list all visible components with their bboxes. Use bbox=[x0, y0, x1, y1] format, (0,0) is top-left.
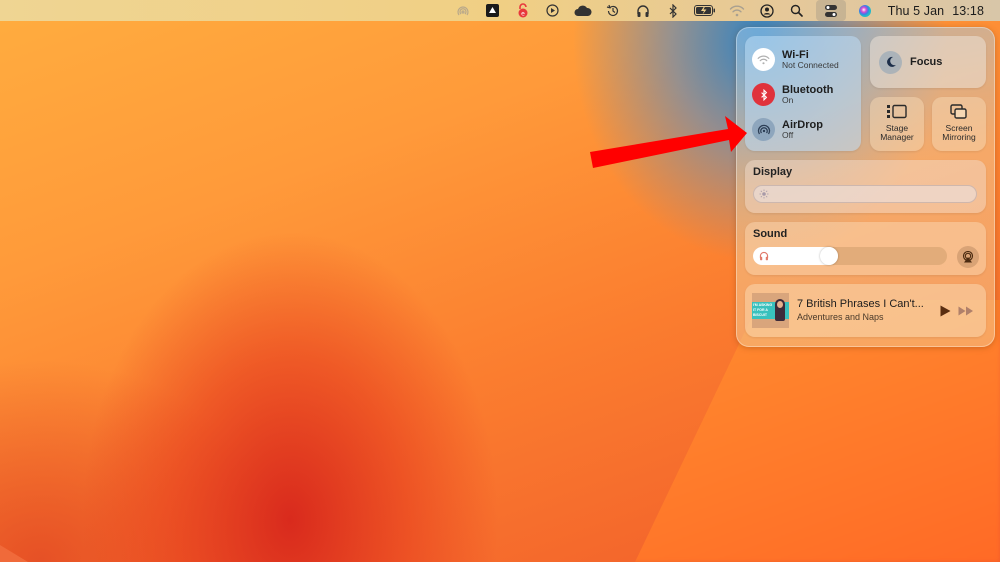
annotation-arrow bbox=[590, 116, 747, 168]
